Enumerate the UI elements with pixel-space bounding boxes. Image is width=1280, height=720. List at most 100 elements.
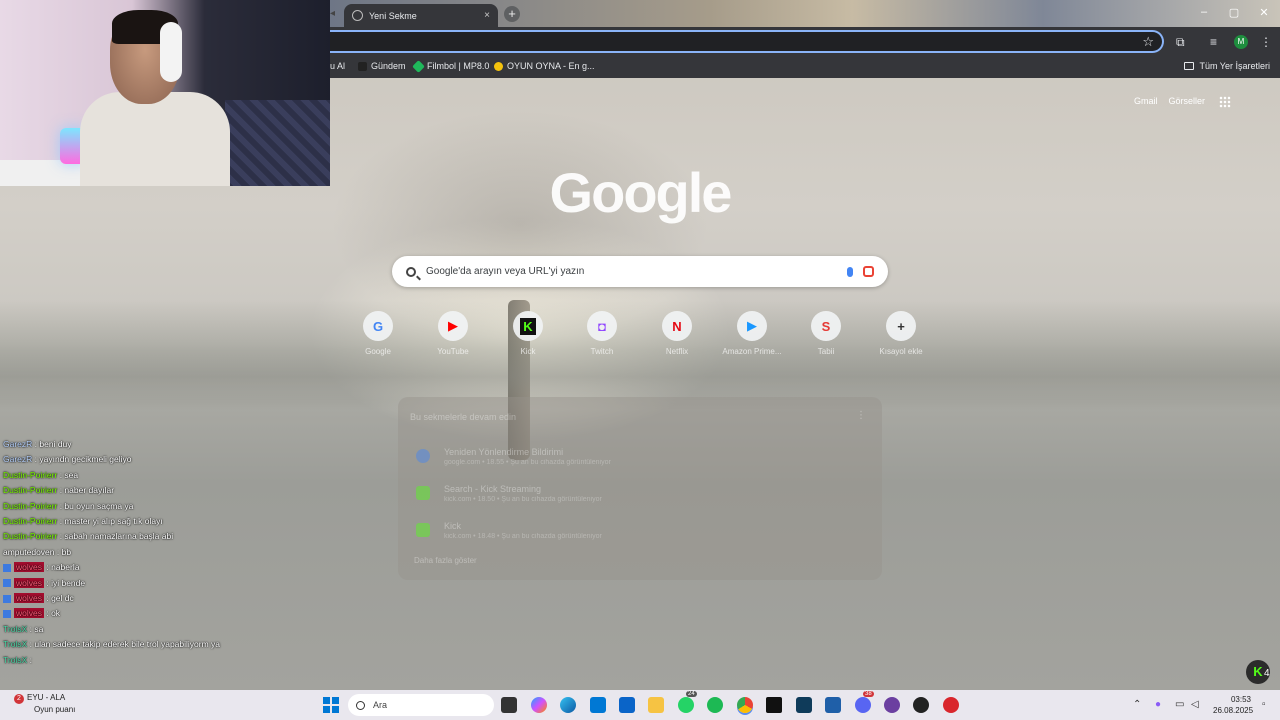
new-tab-button[interactable]: + — [504, 6, 520, 22]
google-apps-icon[interactable] — [1219, 96, 1231, 108]
taskbar-search-placeholder: Ara — [373, 700, 388, 710]
chat-username[interactable]: TrolsX — [3, 639, 27, 649]
spotify-icon[interactable] — [707, 697, 723, 713]
maximize-icon[interactable]: ▢ — [1224, 6, 1244, 19]
chat-username[interactable]: wolves — [14, 562, 44, 573]
notification-icon[interactable]: ▫ — [1262, 699, 1266, 710]
netflix-app-icon[interactable] — [766, 697, 782, 713]
chat-message: TrolsX : — [3, 653, 333, 668]
chrome-icon[interactable] — [737, 697, 753, 713]
whatsapp-icon[interactable] — [678, 697, 694, 713]
chat-username[interactable]: Dustin-Poirierr — [3, 470, 57, 480]
chat-separator: : — [43, 562, 52, 573]
chat-text: bu oyun saçma ya — [64, 500, 134, 511]
streamlabs-icon[interactable] — [943, 697, 959, 713]
resume-item-title: Search - Kick Streaming — [444, 483, 542, 494]
calculator-icon[interactable] — [825, 697, 841, 713]
shortcut-amazon-prime[interactable]: ▶ Amazon Prime... — [720, 311, 784, 356]
google-lens-icon[interactable] — [863, 266, 874, 277]
shortcut-glyph: K — [520, 317, 536, 335]
windows-start-icon[interactable] — [323, 697, 339, 713]
shortcut-tabii[interactable]: S Tabii — [794, 311, 858, 356]
bookmark-star-icon[interactable]: ☆ — [1142, 34, 1154, 50]
chat-username[interactable]: Dustin-Poirierr — [3, 485, 57, 495]
chat-username[interactable]: wolves — [14, 593, 44, 604]
taskbar-search[interactable]: Ara — [348, 694, 494, 716]
gmail-link[interactable]: Gmail — [1134, 96, 1158, 106]
bookmark-item[interactable]: OYUN OYNA - En g... — [494, 61, 595, 71]
shortcut-label: Amazon Prime... — [722, 347, 782, 356]
shortcut-glyph: ◘ — [598, 318, 606, 334]
shortcut-add[interactable]: + Kısayol ekle — [869, 311, 933, 356]
microphone-icon[interactable]: ● — [1155, 699, 1161, 710]
chat-username[interactable]: Dustin-Poirierr — [3, 516, 57, 526]
shortcut-label: Kısayol ekle — [879, 347, 923, 356]
shortcut-kick[interactable]: K Kick — [496, 311, 560, 356]
shortcut-youtube[interactable]: ▶ YouTube — [421, 311, 485, 356]
resume-item[interactable]: Search - Kick Streaming kick.com • 18.50… — [416, 478, 856, 508]
copilot-icon[interactable] — [531, 697, 547, 713]
bookmark-item[interactable]: Filmbol | MP8.0 — [412, 59, 489, 73]
bookmark-item[interactable]: u Al — [330, 61, 345, 71]
profile-avatar[interactable]: M — [1234, 35, 1248, 49]
minimize-icon[interactable]: – — [1194, 6, 1214, 18]
obsidian-icon[interactable] — [884, 697, 900, 713]
task-view-icon[interactable] — [501, 697, 517, 713]
shortcut-glyph: G — [372, 318, 384, 334]
tray-chevron-icon[interactable]: ⌃ — [1133, 699, 1141, 710]
discord-icon[interactable] — [855, 697, 871, 713]
chat-username[interactable]: GarezR — [3, 454, 32, 464]
shortcut-google[interactable]: G Google — [346, 311, 410, 356]
resume-item-subtitle: kick.com • 18.48 • Şu an bu cihazda görü… — [444, 532, 602, 540]
kick-viewer-count: 4 — [1264, 668, 1270, 679]
chat-username[interactable]: TrolsX — [3, 624, 27, 634]
bookmark-item[interactable]: Gündem — [358, 61, 406, 71]
prime-video-app-icon[interactable] — [796, 697, 812, 713]
outlook-icon[interactable] — [619, 697, 635, 713]
shortcut-twitch[interactable]: ◘ Twitch — [570, 311, 634, 356]
chat-message: wolves : ok — [3, 606, 333, 621]
google-favicon-icon — [416, 449, 430, 463]
images-link[interactable]: Görseller — [1169, 96, 1206, 106]
bookmarks-bar: u Al Gündem Filmbol | MP8.0 OYUN OYNA - … — [330, 56, 1280, 78]
widgets-button[interactable]: 2 EYU - ALA Oyun puanı — [14, 693, 75, 714]
chat-username[interactable]: amputedoven — [3, 547, 55, 557]
taskbar-clock[interactable]: 03:53 26.08.2025 — [1213, 694, 1253, 716]
media-control-icon[interactable]: ≡ — [1210, 35, 1217, 49]
address-bar[interactable]: ☆ — [330, 30, 1164, 53]
obs-icon[interactable] — [913, 697, 929, 713]
extensions-icon[interactable]: ⧉ — [1176, 35, 1185, 50]
chat-username[interactable]: Dustin-Poirierr — [3, 501, 57, 511]
chat-username[interactable]: GarezR — [3, 439, 32, 449]
resume-card-title: Bu sekmelerle devam edin — [410, 412, 517, 422]
chat-message: Dustin-Poirierr : naber dayılar — [3, 483, 333, 498]
store-icon[interactable] — [590, 697, 606, 713]
widgets-line1: EYU - ALA — [27, 693, 66, 702]
resume-item[interactable]: Kick kick.com • 18.48 • Şu an bu cihazda… — [416, 515, 856, 545]
file-explorer-icon[interactable] — [648, 697, 664, 713]
prime-video-icon: ▶ — [737, 311, 767, 341]
shortcut-label: Google — [365, 347, 391, 356]
tab-new-tab[interactable]: Yeni Sekme × — [344, 4, 498, 27]
chat-username[interactable]: wolves — [14, 608, 44, 619]
shortcut-netflix[interactable]: N Netflix — [645, 311, 709, 356]
close-window-icon[interactable]: ✕ — [1254, 6, 1274, 19]
voice-search-icon[interactable] — [847, 266, 853, 277]
tab-close-icon[interactable]: × — [484, 10, 490, 21]
card-menu-icon[interactable]: ⋮ — [856, 410, 866, 421]
resume-item-subtitle: kick.com • 18.50 • Şu an bu cihazda görü… — [444, 495, 602, 503]
network-icon[interactable]: ▭ — [1175, 699, 1184, 710]
chat-username[interactable]: Dustin-Poirierr — [3, 531, 57, 541]
ntp-search-box[interactable]: Google'da arayın veya URL'yi yazın — [392, 256, 888, 287]
chat-username[interactable]: wolves — [14, 577, 44, 588]
volume-icon[interactable]: ◁ — [1191, 699, 1199, 710]
chat-username[interactable]: TrolsX — [3, 655, 27, 665]
menu-kebab-icon[interactable]: ⋮ — [1260, 35, 1272, 49]
show-more-link[interactable]: Daha fazla göster — [414, 556, 477, 565]
bookmark-label: OYUN OYNA - En g... — [507, 61, 595, 71]
resume-item[interactable]: Yeniden Yönlendirme Bildirimi google.com… — [416, 441, 856, 471]
all-bookmarks-button[interactable]: Tüm Yer İşaretleri — [1184, 61, 1270, 71]
shortcut-glyph: ▶ — [448, 318, 458, 333]
tab-scroll-back-icon[interactable]: ◂ — [330, 6, 340, 21]
edge-icon[interactable] — [560, 697, 576, 713]
